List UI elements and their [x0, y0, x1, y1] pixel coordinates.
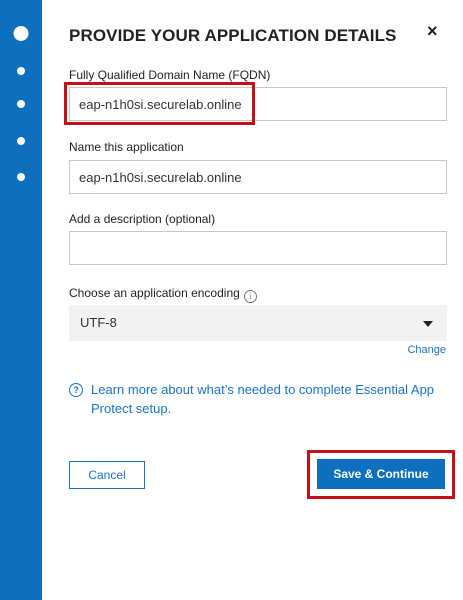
app-name-label: Name this application — [69, 140, 184, 154]
step-current-indicator — [13, 26, 29, 41]
dialog-title: PROVIDE YOUR APPLICATION DETAILS — [69, 26, 397, 45]
step-indicator — [17, 67, 25, 75]
close-icon[interactable]: × — [427, 22, 438, 40]
step-indicator — [17, 173, 25, 181]
change-encoding-link[interactable]: Change — [407, 344, 446, 356]
info-icon[interactable]: i — [243, 290, 257, 303]
step-indicator — [17, 100, 25, 108]
cancel-button[interactable]: Cancel — [69, 461, 145, 489]
encoding-selected-value: UTF-8 — [80, 315, 117, 330]
progress-stepper — [0, 0, 42, 600]
caret-down-icon — [423, 321, 433, 327]
app-name-input[interactable] — [69, 160, 447, 194]
learn-more-link[interactable]: Learn more about what’s needed to comple… — [69, 380, 449, 418]
save-continue-button[interactable]: Save & Continue — [317, 459, 445, 489]
description-input[interactable] — [69, 231, 447, 265]
encoding-label-text: Choose an application encoding — [69, 286, 240, 300]
step-indicator — [17, 137, 25, 145]
fqdn-label: Fully Qualified Domain Name (FQDN) — [69, 68, 271, 82]
encoding-label: Choose an application encoding i — [69, 286, 257, 303]
help-link-row: ? Learn more about what’s needed to comp… — [69, 380, 449, 418]
fqdn-input[interactable] — [69, 87, 447, 121]
description-label: Add a description (optional) — [69, 212, 216, 226]
question-circle-icon: ? — [69, 383, 83, 397]
application-details-panel: PROVIDE YOUR APPLICATION DETAILS × Fully… — [42, 0, 463, 600]
encoding-select[interactable]: UTF-8 — [69, 305, 447, 341]
